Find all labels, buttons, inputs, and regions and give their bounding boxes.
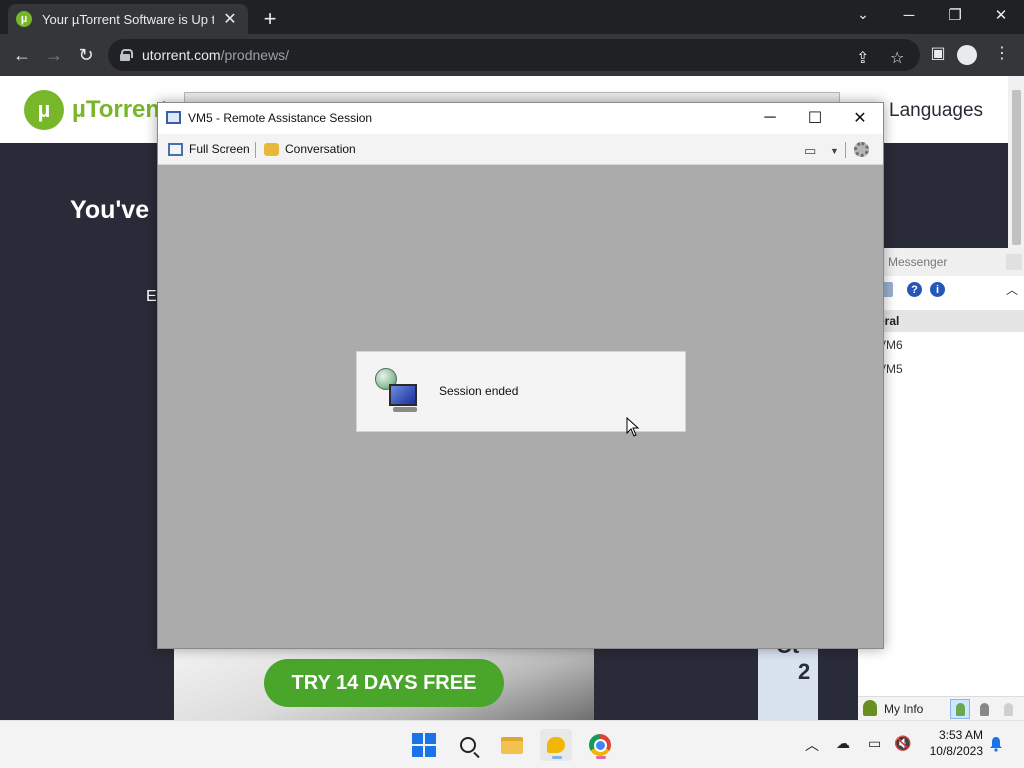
messenger-close-icon[interactable] <box>1006 254 1022 270</box>
ra-window-title: VM5 - Remote Assistance Session <box>188 111 373 125</box>
ra-toolbar: Full Screen Conversation ▭ ▼ <box>158 134 883 165</box>
try-free-button[interactable]: TRY 14 DAYS FREE <box>264 659 504 707</box>
menu-dots-icon[interactable]: ⋮ <box>990 43 1014 63</box>
clock-time: 3:53 AM <box>938 728 983 742</box>
monitor-icon <box>389 384 417 406</box>
info-icon[interactable]: i <box>930 282 945 297</box>
new-tab-button[interactable]: + <box>258 6 282 32</box>
clock-date: 10/8/2023 <box>929 744 983 758</box>
notification-bell-icon[interactable] <box>988 736 1004 752</box>
start-button[interactable] <box>408 729 440 761</box>
side-panel-icon[interactable]: ▣ <box>926 43 950 63</box>
taskbar: ︿ ☁ ▭ 🔇 3:53 AM 10/8/2023 <box>0 720 1024 768</box>
share-icon[interactable]: ⇪ <box>856 48 869 68</box>
forward-arrow-icon[interactable]: → <box>42 43 66 67</box>
search-icon <box>460 737 476 753</box>
full-screen-button[interactable]: Full Screen <box>168 134 250 164</box>
site-logo-text[interactable]: µTorrent <box>72 96 168 124</box>
monitor-stand <box>393 407 417 412</box>
scrollbar-thumb[interactable] <box>1012 90 1021 245</box>
close-window-button[interactable]: ✕ <box>978 0 1024 30</box>
ra-close-button[interactable]: ✕ <box>838 106 882 130</box>
hero-subtitle: E <box>146 288 157 305</box>
gear-icon <box>854 142 869 157</box>
utorrent-logo-icon[interactable]: µ <box>24 90 64 130</box>
reload-icon[interactable]: ↻ <box>74 43 98 67</box>
minimize-button[interactable]: ─ <box>886 0 932 30</box>
lock-icon[interactable] <box>120 49 133 61</box>
conversation-label: Conversation <box>285 142 356 156</box>
url-path: /prodnews/ <box>220 47 290 63</box>
hero-title: You've <box>70 196 150 224</box>
conversation-button[interactable]: Conversation <box>264 134 356 164</box>
tray-overflow-chevron-icon[interactable]: ︿ <box>805 735 819 755</box>
status-offline-button[interactable] <box>998 699 1018 719</box>
toolbar-separator-right <box>845 142 846 158</box>
remote-assistance-app-icon <box>166 111 181 124</box>
tab-close-icon[interactable]: ✕ <box>222 9 238 29</box>
status-busy-button[interactable] <box>974 699 994 719</box>
taskbar-clock[interactable]: 3:53 AM 10/8/2023 <box>919 727 983 759</box>
profile-avatar[interactable] <box>957 45 981 65</box>
my-info-icon[interactable] <box>863 700 877 716</box>
onedrive-cloud-icon[interactable]: ☁ <box>836 735 850 752</box>
folder-icon <box>501 736 523 754</box>
full-screen-label: Full Screen <box>189 142 250 156</box>
messenger-chat-icon <box>547 737 565 753</box>
person-busy-icon <box>979 702 989 716</box>
ra-maximize-button[interactable]: ☐ <box>793 106 837 130</box>
file-explorer-button[interactable] <box>496 729 528 761</box>
dropdown-arrow-icon[interactable]: ▼ <box>830 146 839 156</box>
mouse-cursor-icon <box>626 417 640 437</box>
chrome-running-indicator <box>596 756 606 759</box>
windows-logo-icon <box>412 733 436 757</box>
bookmark-star-icon[interactable]: ☆ <box>890 48 904 68</box>
full-screen-icon <box>168 142 183 156</box>
remote-assistance-window: VM5 - Remote Assistance Session ─ ☐ ✕ Fu… <box>157 102 884 649</box>
browser-tab-strip: µ Your µTorrent Software is Up to ✕ + ⌄ … <box>0 0 1024 34</box>
back-arrow-icon[interactable]: ← <box>10 43 34 67</box>
chevron-up-icon[interactable]: ︿ <box>1006 281 1018 298</box>
messenger-footer: My Info <box>858 696 1024 720</box>
person-online-icon <box>955 702 965 716</box>
chrome-icon <box>589 734 611 756</box>
conversation-icon <box>264 142 279 156</box>
url-host: utorrent.com <box>142 47 221 63</box>
session-status-text: Session ended <box>439 384 519 398</box>
promo-card-number: 2 <box>798 659 811 684</box>
chrome-taskbar-button[interactable] <box>584 729 616 761</box>
nav-languages-link[interactable]: Languages <box>889 100 983 122</box>
tab-title: Your µTorrent Software is Up to <box>42 11 214 27</box>
person-offline-icon <box>1003 702 1013 716</box>
display-mode-icon[interactable]: ▭ <box>804 143 816 159</box>
active-app-indicator <box>552 756 562 759</box>
toolbar-separator <box>255 142 256 158</box>
browser-toolbar: ← → ↻ utorrent.com/prodnews/ ⇪ ☆ ▣ ⋮ <box>0 34 1024 76</box>
avatar-icon <box>957 45 977 65</box>
window-controls: ─ ❐ ✕ <box>886 0 1024 34</box>
remote-session-icon <box>375 368 419 414</box>
network-icon[interactable]: ▭ <box>868 735 881 752</box>
browser-tab[interactable]: µ Your µTorrent Software is Up to ✕ <box>8 4 248 34</box>
help-icon[interactable]: ? <box>907 282 922 297</box>
volume-muted-icon[interactable]: 🔇 <box>894 735 911 752</box>
ra-minimize-button[interactable]: ─ <box>748 106 792 130</box>
taskbar-search-button[interactable] <box>452 729 484 761</box>
status-online-button[interactable] <box>950 699 970 719</box>
my-info-label[interactable]: My Info <box>884 702 923 716</box>
restore-button[interactable]: ❐ <box>932 0 978 30</box>
ra-title-bar[interactable]: VM5 - Remote Assistance Session ─ ☐ ✕ <box>158 103 883 134</box>
tab-search-chevron-icon[interactable]: ⌄ <box>852 6 874 23</box>
utorrent-favicon-icon: µ <box>16 11 32 27</box>
address-bar[interactable]: utorrent.com/prodnews/ ⇪ ☆ <box>108 39 920 71</box>
settings-gear-button[interactable] <box>854 142 869 157</box>
messenger-taskbar-button[interactable] <box>540 729 572 761</box>
